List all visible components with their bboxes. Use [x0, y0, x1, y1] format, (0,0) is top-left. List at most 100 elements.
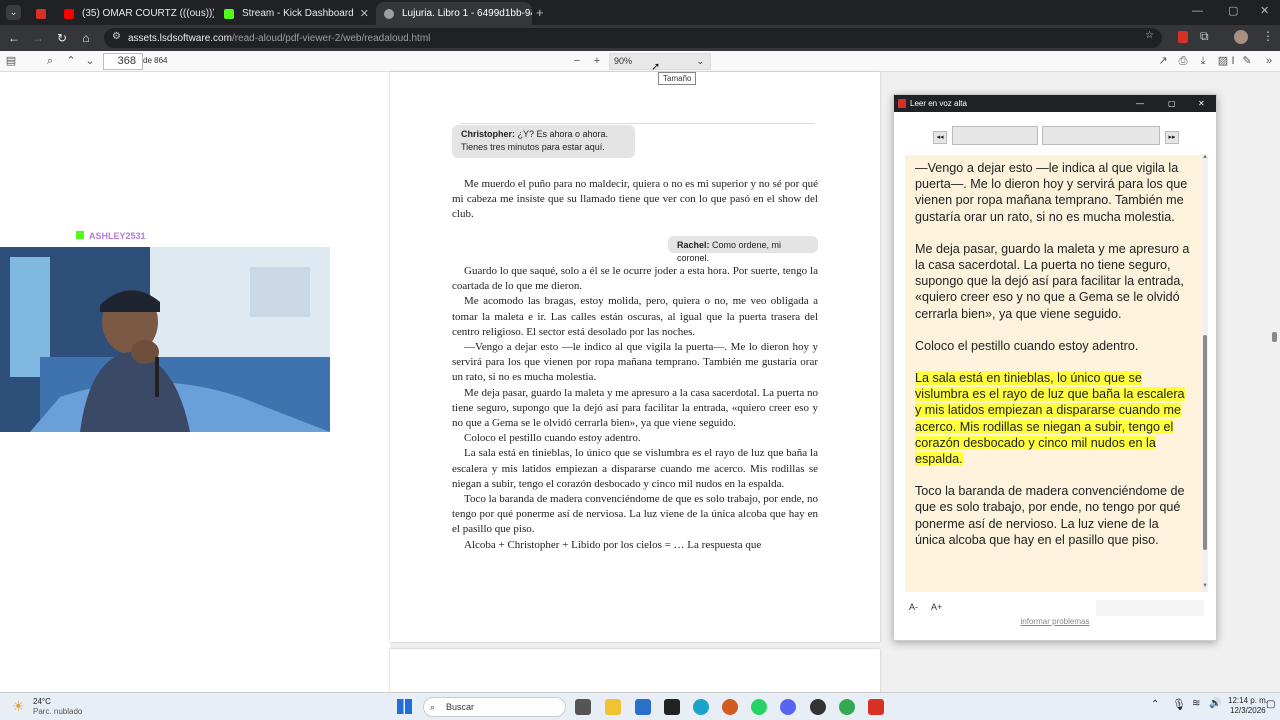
discord-icon[interactable] — [780, 699, 796, 715]
windows-start-icon[interactable] — [397, 699, 412, 714]
sidebar-toggle-icon[interactable]: ▤ — [4, 54, 18, 68]
scroll-up-icon[interactable]: ▲ — [1202, 154, 1208, 160]
notifications-icon[interactable]: ▢ — [1266, 699, 1275, 710]
avatar[interactable] — [1234, 30, 1248, 44]
url-field[interactable]: ⚙ assets.lsdsoftware.com/read-aloud/pdf-… — [104, 28, 1162, 48]
open-icon[interactable]: ↗ — [1156, 54, 1170, 68]
scroll-down-icon[interactable]: ▼ — [1202, 583, 1208, 589]
wifi-icon[interactable]: ≋ — [1192, 698, 1200, 709]
read-aloud-titlebar: Leer en voz alta — ▢ ✕ — [894, 95, 1216, 112]
puzzle-icon[interactable]: ⧉ — [1200, 29, 1209, 44]
panel-maximize-button[interactable]: ▢ — [1168, 95, 1176, 112]
url-host: assets.lsdsoftware.com — [128, 32, 232, 44]
previous-button[interactable]: ◂◂ — [933, 131, 947, 144]
next-button[interactable]: ▸▸ — [1165, 131, 1179, 144]
draw-icon[interactable]: ✎ — [1240, 54, 1254, 68]
read-aloud-text-area[interactable]: —Vengo a dejar esto —le indica al que vi… — [905, 155, 1202, 592]
read-aloud-paragraph-active: La sala está en tinieblas, lo único que … — [915, 370, 1190, 467]
highlighted-sentence: La sala está en tinieblas, lo único que … — [915, 371, 1185, 467]
globe-icon — [384, 8, 394, 19]
search-icon[interactable]: ⌕ — [43, 54, 57, 68]
weather-icon[interactable]: ☀ — [12, 698, 25, 715]
tab-youtube[interactable]: (35) OMAR COURTZ (((ous))), N✕ — [56, 2, 214, 25]
menu-icon[interactable]: ⋮ — [1262, 29, 1274, 43]
paragraph: Toco la baranda de madera convenciéndome… — [452, 493, 818, 536]
clock-time[interactable]: 12:14 p. m. — [1228, 696, 1268, 705]
extension-icon[interactable] — [1178, 31, 1188, 43]
paragraph: Coloco el pestillo cuando estoy adentro. — [464, 432, 641, 445]
volume-icon[interactable]: 🔊 — [1209, 698, 1221, 709]
zoom-tooltip: Tamaño — [658, 72, 697, 85]
store-icon[interactable] — [635, 699, 651, 715]
minimize-button[interactable]: — — [1192, 5, 1203, 17]
chat-username: ASHLEY2531 — [89, 231, 146, 241]
reload-button[interactable]: ↻ — [54, 30, 70, 46]
extra-field[interactable] — [1096, 600, 1204, 616]
scrollbar-thumb[interactable] — [1203, 335, 1207, 550]
previous-page-icon[interactable]: ⌃ — [64, 54, 78, 68]
panel-close-button[interactable]: ✕ — [1198, 95, 1205, 112]
chrome-icon[interactable] — [839, 699, 855, 715]
bubble-sender: Rachel: — [677, 240, 710, 250]
weather-temp: 24°C — [33, 697, 51, 706]
task-view-icon[interactable] — [575, 699, 591, 715]
zoom-in-button[interactable]: + — [590, 54, 604, 68]
close-icon[interactable]: ✕ — [354, 7, 369, 20]
tray-chevron-icon[interactable]: ⌃ — [1151, 699, 1159, 710]
download-icon[interactable]: ⤓ — [1196, 54, 1210, 68]
panel-minimize-button[interactable]: — — [1136, 95, 1144, 112]
paragraph: Me acomodo las bragas, estoy molida, per… — [452, 295, 818, 338]
zoom-out-button[interactable]: − — [570, 54, 584, 68]
font-increase-button[interactable]: A+ — [931, 602, 942, 612]
capcut-icon[interactable] — [664, 699, 680, 715]
print-icon[interactable]: ⎙ — [1176, 54, 1190, 68]
page-body-text: Guardo lo que saqué, solo a él se le ocu… — [452, 264, 818, 584]
taskbar-search[interactable]: ⌕ Buscar — [423, 697, 566, 717]
tab-list-button[interactable]: ⌄ — [6, 5, 21, 20]
play-pause-button[interactable] — [952, 126, 1038, 145]
microphone-icon[interactable]: 🎙 — [1172, 698, 1186, 711]
search-icon: ⌕ — [430, 702, 436, 712]
forward-button[interactable]: → — [30, 30, 46, 46]
text-cursor-icon[interactable]: I — [1226, 54, 1240, 68]
read-aloud-text: —Vengo a dejar esto —le indica al que vi… — [915, 160, 1190, 564]
text-scrollbar[interactable]: ▲ ▼ — [1202, 154, 1208, 592]
page-number-input[interactable]: 368 — [103, 53, 143, 70]
read-aloud-title: Leer en voz alta — [910, 99, 967, 108]
viewer-scrollbar[interactable] — [1272, 332, 1277, 342]
tab-pinned[interactable] — [28, 2, 54, 25]
close-window-button[interactable]: ✕ — [1260, 4, 1269, 17]
read-aloud-app-icon[interactable] — [868, 699, 884, 715]
edge-icon[interactable] — [693, 699, 709, 715]
clock-date[interactable]: 12/3/2026 — [1230, 706, 1266, 715]
tools-menu-icon[interactable]: » — [1262, 54, 1276, 68]
report-problems-link[interactable]: informar problemas — [894, 617, 1216, 626]
new-tab-button[interactable]: + — [536, 5, 544, 20]
search-label: Buscar — [446, 702, 475, 712]
stop-button[interactable] — [1042, 126, 1160, 145]
read-aloud-paragraph: Toco la baranda de madera convenciéndome… — [915, 484, 1185, 547]
page-count: de 864 — [143, 56, 168, 65]
paragraph: Me deja pasar, guardo la maleta y me apr… — [452, 386, 818, 430]
read-aloud-logo-icon — [898, 99, 906, 108]
url-path: /read-aloud/pdf-viewer-2/web/readaloud.h… — [231, 32, 431, 44]
pdf-toolbar: ▤ ⌕ ⌃ ⌄ 368 de 864 − + 90% ⌄ ↗ ⎙ ⤓ ▨ I ✎ … — [0, 51, 1280, 72]
maximize-button[interactable]: ▢ — [1228, 4, 1238, 17]
app-icon[interactable] — [722, 699, 738, 715]
webcam-overlay — [0, 247, 330, 432]
whatsapp-icon[interactable] — [751, 699, 767, 715]
tab-lujuria[interactable]: Lujuria. Libro 1 - 6499d1bb-94✕ — [376, 2, 532, 25]
paragraph: Guardo lo que saqué, solo a él se le ocu… — [452, 265, 818, 293]
site-info-icon[interactable]: ⚙ — [112, 31, 121, 42]
read-aloud-paragraph: Coloco el pestillo cuando estoy adentro. — [915, 338, 1139, 353]
file-explorer-icon[interactable] — [605, 699, 621, 715]
star-icon[interactable]: ☆ — [1145, 30, 1154, 41]
tab-kick[interactable]: Stream - Kick Dashboard ✕ — [216, 2, 374, 25]
font-decrease-button[interactable]: A- — [909, 602, 918, 612]
address-bar-row: ← → ↻ ⌂ ⚙ assets.lsdsoftware.com/read-al… — [0, 25, 1280, 51]
home-button[interactable]: ⌂ — [78, 30, 94, 46]
back-button[interactable]: ← — [6, 30, 22, 46]
browser-tab-bar: ⌄ (35) OMAR COURTZ (((ous))), N✕ Stream … — [0, 0, 1280, 25]
obs-icon[interactable] — [810, 699, 826, 715]
next-page-icon[interactable]: ⌄ — [83, 54, 97, 68]
